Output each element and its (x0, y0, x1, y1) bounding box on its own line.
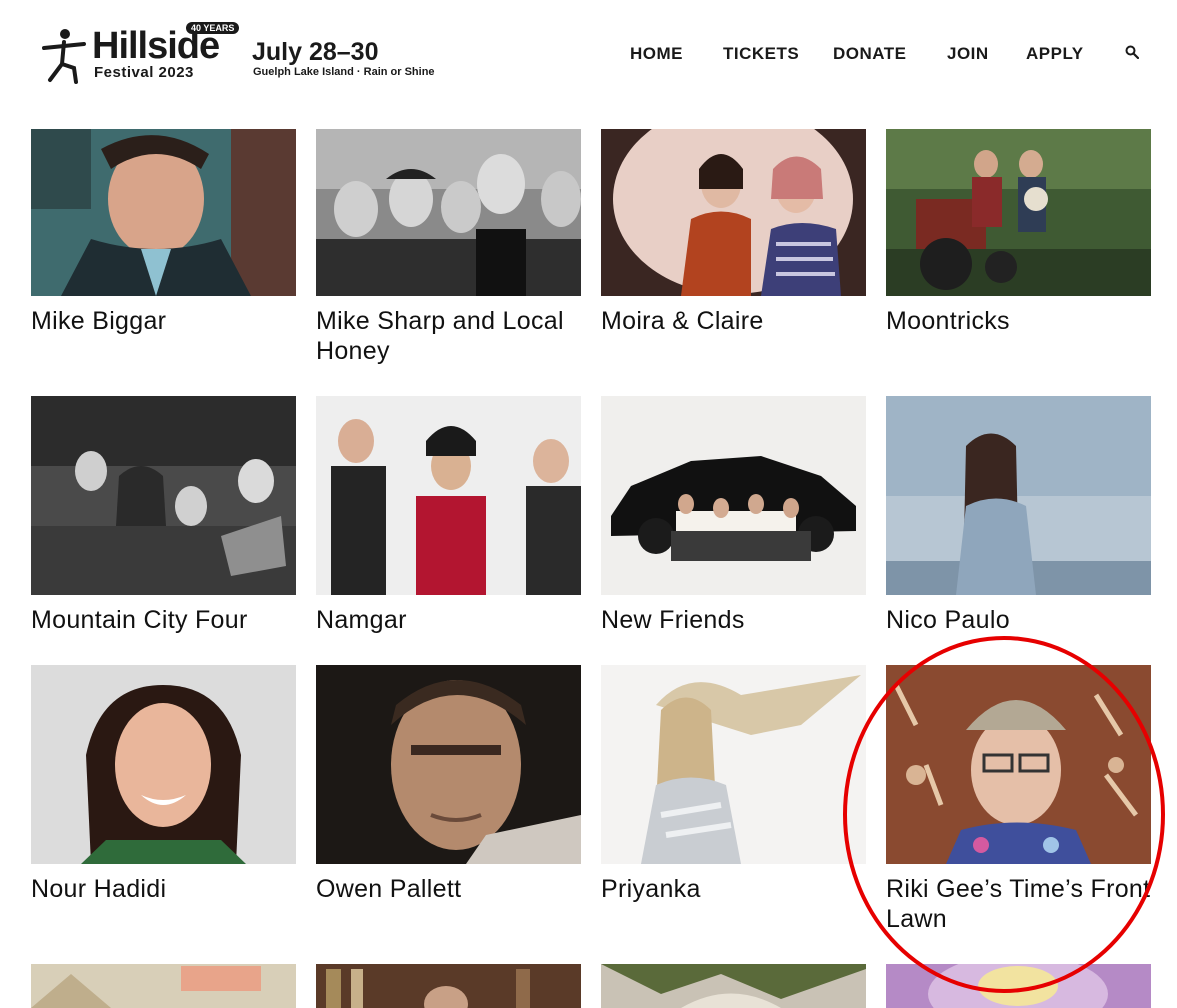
artist-card-mountain-city-four[interactable]: Mountain City Four (31, 396, 296, 636)
artist-photo[interactable] (886, 396, 1151, 595)
artist-photo[interactable] (316, 964, 581, 1008)
nav-join[interactable]: JOIN (947, 44, 989, 64)
artist-name[interactable]: Priyanka (601, 874, 866, 904)
artist-name[interactable]: Nico Paulo (886, 605, 1151, 635)
artist-photo[interactable] (316, 129, 581, 296)
artist-card-moira-claire[interactable]: Moira & Claire (601, 129, 866, 369)
artist-photo[interactable] (601, 129, 866, 296)
artist-photo[interactable] (31, 665, 296, 864)
search-icon[interactable] (1125, 45, 1139, 59)
artist-card-partial[interactable] (601, 964, 866, 1008)
artist-card-mike-biggar[interactable]: Mike Biggar (31, 129, 296, 369)
artist-photo[interactable] (886, 665, 1151, 864)
artist-card-moontricks[interactable]: Moontricks (886, 129, 1151, 369)
artist-name[interactable]: Mike Sharp and Local Honey (316, 306, 581, 366)
artist-name[interactable]: Mountain City Four (31, 605, 296, 635)
artist-photo[interactable] (31, 129, 296, 296)
nav-tickets[interactable]: TICKETS (723, 44, 799, 64)
dancer-logo-icon (42, 29, 86, 84)
artist-photo[interactable] (316, 396, 581, 595)
artist-photo[interactable] (601, 396, 866, 595)
artist-card-nour-hadidi[interactable]: Nour Hadidi (31, 665, 296, 905)
artist-card-mike-sharp[interactable]: Mike Sharp and Local Honey (316, 129, 581, 369)
artist-photo[interactable] (601, 964, 866, 1008)
artist-photo[interactable] (886, 129, 1151, 296)
festival-venue: Guelph Lake Island · Rain or Shine (253, 66, 435, 78)
festival-dates: July 28–30 (252, 38, 379, 66)
artist-name[interactable]: Riki Gee’s Time’s Front Lawn (886, 874, 1151, 934)
artist-card-riki-gee[interactable]: Riki Gee’s Time’s Front Lawn (886, 665, 1151, 933)
nav-home[interactable]: HOME (630, 44, 683, 64)
artist-photo[interactable] (886, 964, 1151, 1008)
artist-card-partial[interactable] (886, 964, 1151, 1008)
artist-card-partial[interactable] (31, 964, 296, 1008)
logo-festival-year: Festival 2023 (94, 64, 194, 81)
artist-name[interactable]: Namgar (316, 605, 581, 635)
artist-photo[interactable] (316, 665, 581, 864)
artist-card-nico-paulo[interactable]: Nico Paulo (886, 396, 1151, 636)
artist-card-owen-pallett[interactable]: Owen Pallett (316, 665, 581, 905)
festival-logo[interactable]: Hillside 40 YEARS Festival 2023 July 28–… (38, 22, 435, 86)
artist-photo[interactable] (31, 396, 296, 595)
artist-card-partial[interactable] (316, 964, 581, 1008)
artist-name[interactable]: Moontricks (886, 306, 1151, 336)
artist-photo[interactable] (601, 665, 866, 864)
artist-name[interactable]: Moira & Claire (601, 306, 866, 336)
nav-apply[interactable]: APPLY (1026, 44, 1084, 64)
logo-anniversary-badge: 40 YEARS (186, 22, 240, 34)
nav-donate[interactable]: DONATE (833, 44, 907, 64)
artist-card-new-friends[interactable]: New Friends (601, 396, 866, 636)
artist-name[interactable]: Owen Pallett (316, 874, 581, 904)
artist-name[interactable]: Nour Hadidi (31, 874, 296, 904)
artist-card-namgar[interactable]: Namgar (316, 396, 581, 636)
site-header: Hillside 40 YEARS Festival 2023 July 28–… (0, 0, 1177, 110)
artist-card-priyanka[interactable]: Priyanka (601, 665, 866, 905)
artist-name[interactable]: Mike Biggar (31, 306, 296, 336)
artist-name[interactable]: New Friends (601, 605, 866, 635)
artist-photo[interactable] (31, 964, 296, 1008)
